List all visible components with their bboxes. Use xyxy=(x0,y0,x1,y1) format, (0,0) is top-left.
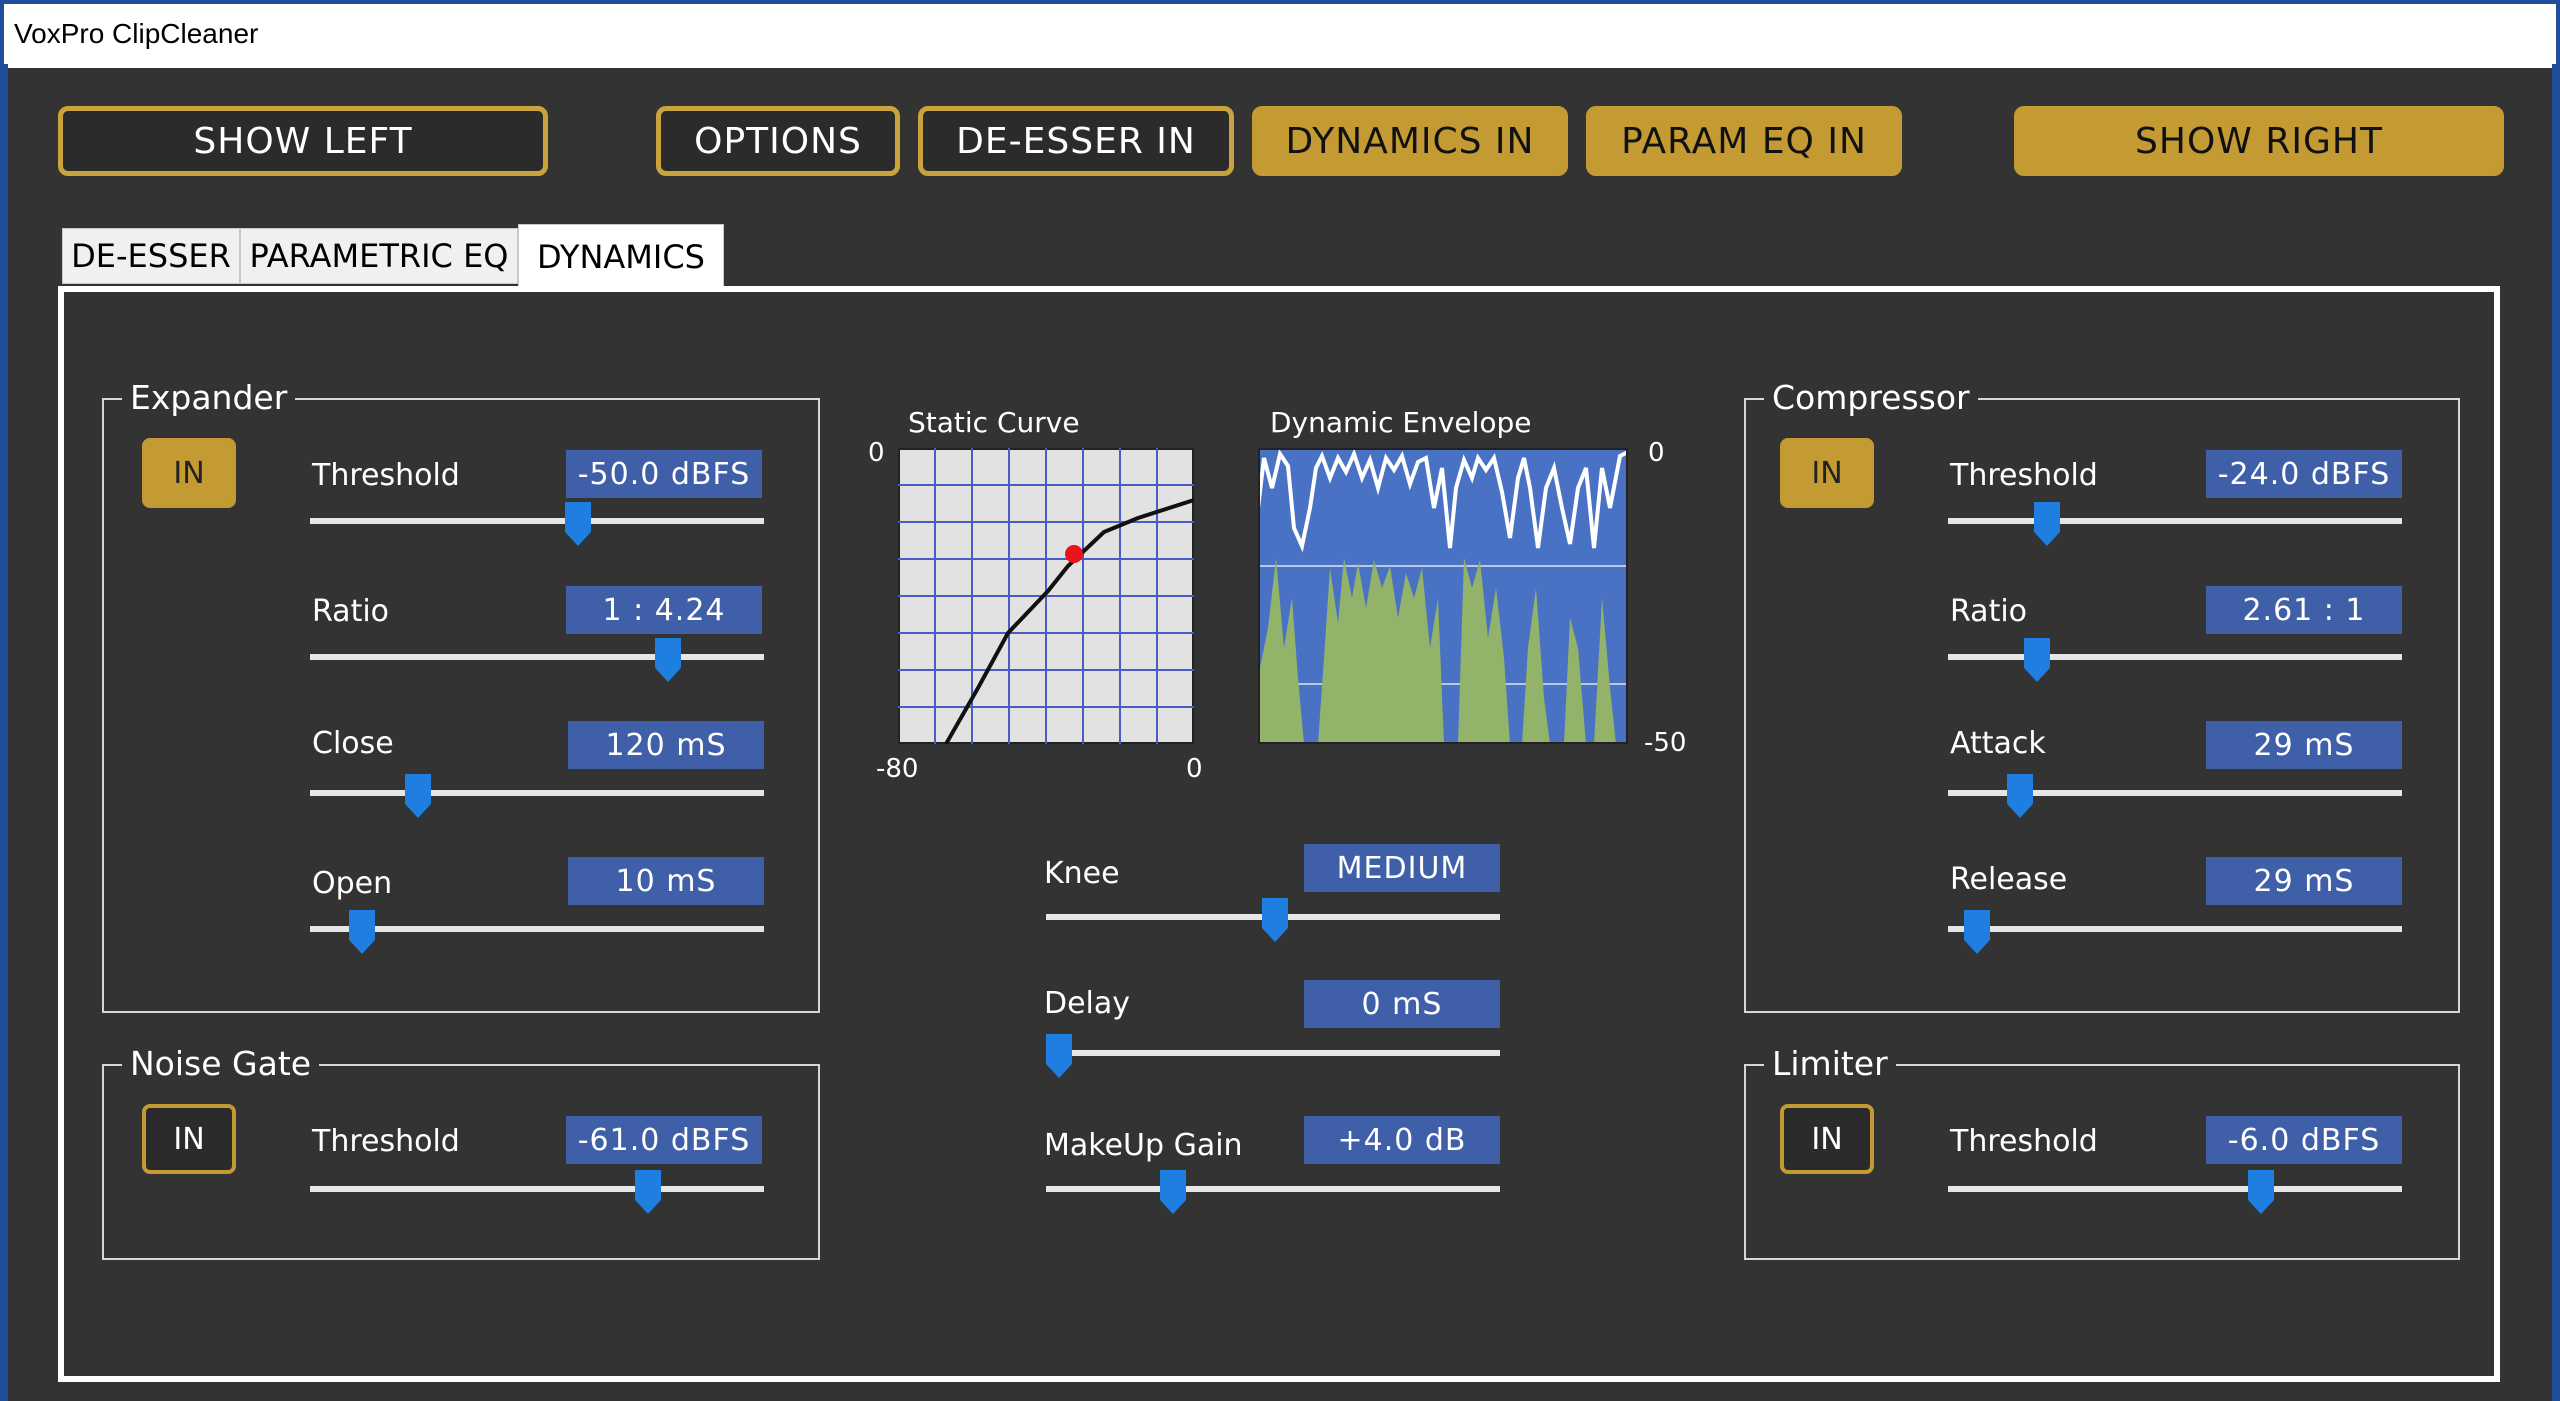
compressor-threshold-value[interactable]: -24.0 dBFS xyxy=(2206,450,2402,498)
delay-slider[interactable] xyxy=(1046,1050,1500,1056)
makeup-gain-label: MakeUp Gain xyxy=(1044,1128,1243,1163)
limiter-in-button[interactable]: IN xyxy=(1780,1104,1874,1174)
limiter-threshold-value[interactable]: -6.0 dBFS xyxy=(2206,1116,2402,1164)
noise-gate-threshold-slider[interactable] xyxy=(310,1186,764,1192)
expander-ratio-value[interactable]: 1 : 4.24 xyxy=(566,586,762,634)
makeup-gain-slider[interactable] xyxy=(1046,1186,1500,1192)
title-bar: VoxPro ClipCleaner xyxy=(0,0,2560,68)
window-border-right xyxy=(2552,64,2560,1401)
dynamic-envelope-graph xyxy=(1258,448,1628,744)
compressor-in-button[interactable]: IN xyxy=(1780,438,1874,508)
expander-ratio-slider[interactable] xyxy=(310,654,764,660)
compressor-attack-value[interactable]: 29 mS xyxy=(2206,721,2402,769)
expander-title: Expander xyxy=(122,380,296,416)
dynamic-envelope-y-bottom: -50 xyxy=(1644,728,1687,758)
expander-in-button[interactable]: IN xyxy=(142,438,236,508)
show-right-button[interactable]: SHOW RIGHT xyxy=(2014,106,2504,176)
options-button[interactable]: OPTIONS xyxy=(656,106,900,176)
compressor-release-value[interactable]: 29 mS xyxy=(2206,857,2402,905)
expander-open-value[interactable]: 10 mS xyxy=(568,857,764,905)
compressor-ratio-label: Ratio xyxy=(1950,594,2028,629)
delay-value[interactable]: 0 mS xyxy=(1304,980,1500,1028)
compressor-threshold-slider[interactable] xyxy=(1948,518,2402,524)
static-curve-y-top: 0 xyxy=(868,438,885,468)
knee-value[interactable]: MEDIUM xyxy=(1304,844,1500,892)
expander-threshold-value[interactable]: -50.0 dBFS xyxy=(566,450,762,498)
compressor-release-label: Release xyxy=(1950,862,2068,897)
delay-label: Delay xyxy=(1044,986,1131,1021)
expander-open-label: Open xyxy=(312,866,393,901)
window-border-left xyxy=(0,64,8,1401)
limiter-title: Limiter xyxy=(1764,1046,1896,1082)
limiter-threshold-label: Threshold xyxy=(1950,1124,2098,1159)
compressor-ratio-value[interactable]: 2.61 : 1 xyxy=(2206,586,2402,634)
window-title: VoxPro ClipCleaner xyxy=(14,18,259,49)
expander-close-slider[interactable] xyxy=(310,790,764,796)
expander-close-label: Close xyxy=(312,726,394,761)
noise-gate-title: Noise Gate xyxy=(122,1046,320,1082)
tab-parametric-eq[interactable]: PARAMETRIC EQ xyxy=(240,228,518,284)
static-curve-graph xyxy=(898,448,1194,744)
expander-ratio-label: Ratio xyxy=(312,594,390,629)
limiter-threshold-slider[interactable] xyxy=(1948,1186,2402,1192)
dynamic-envelope-title: Dynamic Envelope xyxy=(1270,406,1532,439)
expander-threshold-label: Threshold xyxy=(312,458,460,493)
makeup-gain-value[interactable]: +4.0 dB xyxy=(1304,1116,1500,1164)
expander-threshold-slider[interactable] xyxy=(310,518,764,524)
noise-gate-threshold-label: Threshold xyxy=(312,1124,460,1159)
static-curve-operating-point xyxy=(1065,545,1083,563)
compressor-attack-label: Attack xyxy=(1950,726,2046,761)
tab-deesser[interactable]: DE-ESSER xyxy=(62,228,240,284)
deesser-in-button[interactable]: DE-ESSER IN xyxy=(918,106,1234,176)
noise-gate-threshold-value[interactable]: -61.0 dBFS xyxy=(566,1116,762,1164)
tab-dynamics[interactable]: DYNAMICS xyxy=(518,224,724,288)
static-curve-title: Static Curve xyxy=(908,406,1080,439)
show-left-button[interactable]: SHOW LEFT xyxy=(58,106,548,176)
compressor-threshold-label: Threshold xyxy=(1950,458,2098,493)
compressor-title: Compressor xyxy=(1764,380,1978,416)
static-curve-x-left: -80 xyxy=(876,754,919,784)
compressor-ratio-slider[interactable] xyxy=(1948,654,2402,660)
expander-open-slider[interactable] xyxy=(310,926,764,932)
param-eq-in-button[interactable]: PARAM EQ IN xyxy=(1586,106,1902,176)
noise-gate-in-button[interactable]: IN xyxy=(142,1104,236,1174)
compressor-release-slider[interactable] xyxy=(1948,926,2402,932)
static-curve-x-right: 0 xyxy=(1186,754,1203,784)
dynamics-in-button[interactable]: DYNAMICS IN xyxy=(1252,106,1568,176)
knee-label: Knee xyxy=(1044,856,1120,891)
expander-close-value[interactable]: 120 mS xyxy=(568,721,764,769)
dynamic-envelope-y-top: 0 xyxy=(1648,438,1665,468)
